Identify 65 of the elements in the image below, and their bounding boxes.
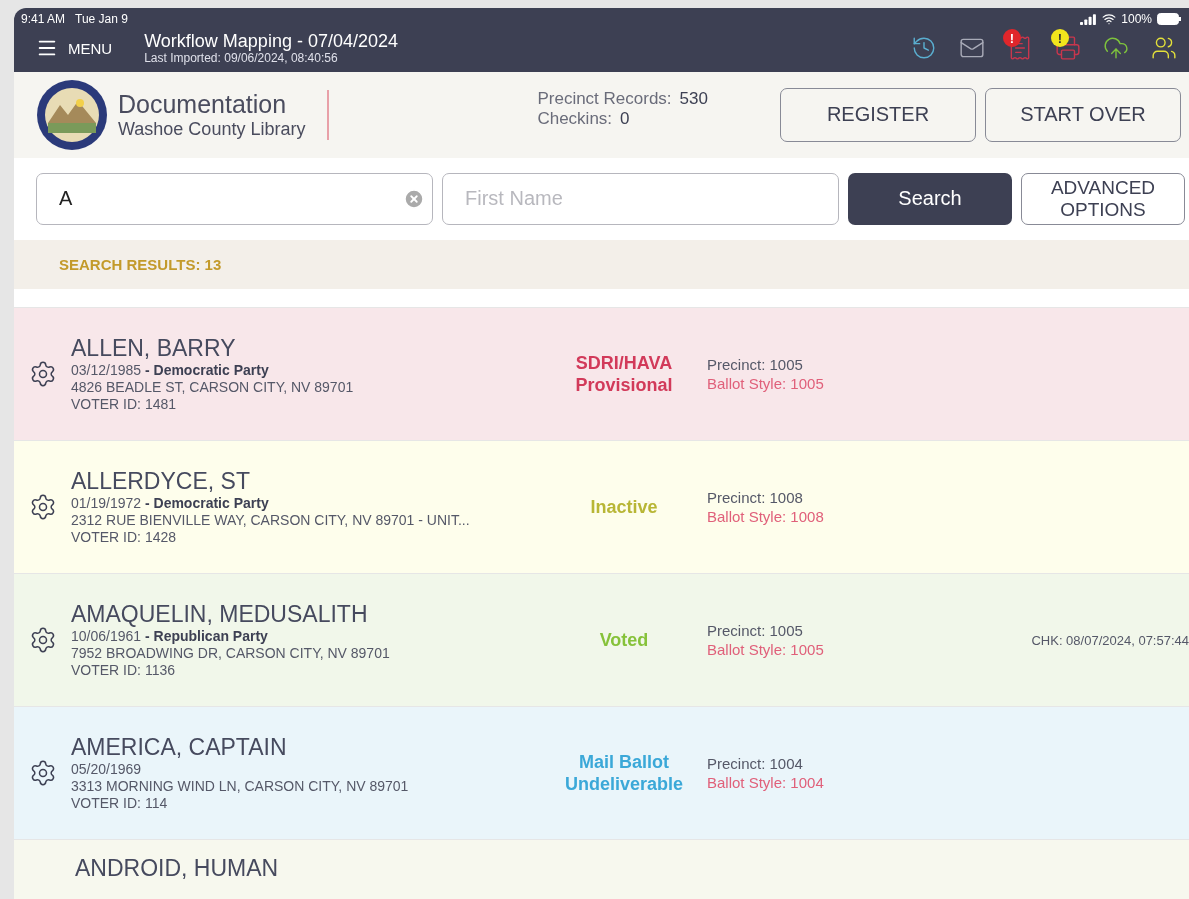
voter-status: Mail Ballot Undeliverable [563, 751, 684, 795]
stat-value: 0 [620, 108, 630, 129]
org-subtitle: Washoe County Library [118, 118, 306, 140]
voter-row[interactable]: ANDROID, HUMAN [14, 839, 1189, 899]
last-imported: Last Imported: 09/06/2024, 08:40:56 [144, 51, 339, 65]
org-title: Documentation [118, 89, 288, 119]
status-time: 9:41 AM [21, 12, 66, 26]
voter-name: ANDROID, HUMAN [75, 855, 279, 881]
ballot-style: Ballot Style: 1005 [707, 640, 825, 659]
stat-value: 530 [679, 88, 708, 109]
precinct: Precinct: 1005 [707, 621, 804, 640]
voter-row[interactable]: ALLERDYCE, ST 01/19/1972 - Democratic Party 2312 RUE BIENVILLE WAY, CARSON CITY, NV 89701 - UNIT... VOTER ID: 1428 Inactive Precinct: 1008 Ballot Style: 1008 [14, 440, 1189, 573]
settings-icon[interactable] [29, 626, 57, 654]
wifi-icon [1102, 12, 1117, 26]
receipt-button[interactable]: ! [1003, 31, 1037, 65]
first-name-field[interactable]: First Name [442, 172, 839, 225]
search-button[interactable]: Search [848, 172, 1012, 225]
voter-status: SDRI/HAVA Provisional [574, 352, 674, 396]
window-title: Workflow Mapping - 07/04/2024 [144, 31, 399, 51]
stat-label: Precinct Records: [537, 88, 672, 109]
precinct: Precinct: 1008 [707, 488, 804, 507]
settings-icon[interactable] [29, 360, 57, 388]
voter-name: AMERICA, CAPTAIN [71, 734, 288, 761]
battery-icon [1157, 13, 1181, 25]
voter-row[interactable]: AMERICA, CAPTAIN 05/20/1969 3313 MORNING WIND LN, CARSON CITY, NV 89701 VOTER ID: 114 Mail Ballot Undeliverable Precinct: 1004 Ballot Style: 1004 [14, 706, 1189, 839]
voter-address: 2312 RUE BIENVILLE WAY, CARSON CITY, NV 89701 - UNIT... [71, 512, 471, 529]
advanced-options-button[interactable]: ADVANCED OPTIONS [1021, 172, 1185, 225]
ballot-style: Ballot Style: 1004 [707, 773, 825, 792]
voter-name: ALLEN, BARRY [71, 335, 237, 362]
voter-row[interactable]: ALLEN, BARRY 03/12/1985 - Democratic Party 4826 BEADLE ST, CARSON CITY, NV 89701 VOTER ID: 1481 SDRI/HAVA Provisional Precinct: 1005 Ballot Style: 1005 [14, 307, 1189, 440]
search-results-count: SEARCH RESULTS: 13 [59, 256, 222, 274]
voter-details: 01/19/1972 - Democratic Party [71, 495, 270, 512]
printer-button[interactable]: ! [1051, 31, 1085, 65]
precinct: Precinct: 1004 [707, 754, 804, 773]
checkin-time: CHK: 08/07/2024, 07:57:44 [1031, 632, 1189, 648]
alert-badge: ! [1051, 29, 1069, 47]
voter-details: 10/06/1961 - Republican Party [71, 628, 269, 645]
status-date: Tue Jan 9 [75, 12, 128, 26]
voter-status: Voted [598, 629, 650, 651]
alert-badge: ! [1003, 29, 1021, 47]
voter-details: 05/20/1969 [71, 761, 143, 778]
ballot-style: Ballot Style: 1008 [707, 507, 825, 526]
voter-id: VOTER ID: 1428 [71, 529, 178, 546]
voter-id: VOTER ID: 114 [71, 795, 169, 812]
voter-address: 7952 BROADWING DR, CARSON CITY, NV 89701 [71, 645, 391, 662]
voter-name: ALLERDYCE, ST [71, 468, 251, 495]
voter-details: 03/12/1985 - Democratic Party [71, 362, 270, 379]
settings-icon[interactable] [29, 493, 57, 521]
voter-id: VOTER ID: 1481 [71, 396, 178, 413]
voter-address: 3313 MORNING WIND LN, CARSON CITY, NV 89701 [71, 778, 410, 795]
menu-button[interactable]: MENU [22, 37, 127, 59]
header-button[interactable]: START OVER [985, 87, 1181, 142]
signal-icon [1080, 13, 1098, 25]
last-name-field[interactable]: A [36, 172, 433, 225]
stat-label: Checkins: [537, 108, 613, 129]
ballot-style: Ballot Style: 1005 [707, 374, 825, 393]
header-button[interactable]: REGISTER [780, 87, 976, 142]
voter-name: AMAQUELIN, MEDUSALITH [71, 601, 369, 628]
battery-level: 100% [1121, 12, 1152, 26]
settings-icon[interactable] [29, 759, 57, 787]
voter-status: Inactive [589, 496, 659, 518]
voter-row[interactable]: AMAQUELIN, MEDUSALITH 10/06/1961 - Republican Party 7952 BROADWING DR, CARSON CITY, NV 89701 VOTER ID: 1136 Voted Precinct: 1005 Ballot Style: 1005 CHK: 08/07/2024, 07:57:44 [14, 573, 1189, 706]
voter-id: VOTER ID: 1136 [71, 662, 176, 679]
precinct: Precinct: 1005 [707, 355, 804, 374]
voter-address: 4826 BEADLE ST, CARSON CITY, NV 89701 [71, 379, 355, 396]
